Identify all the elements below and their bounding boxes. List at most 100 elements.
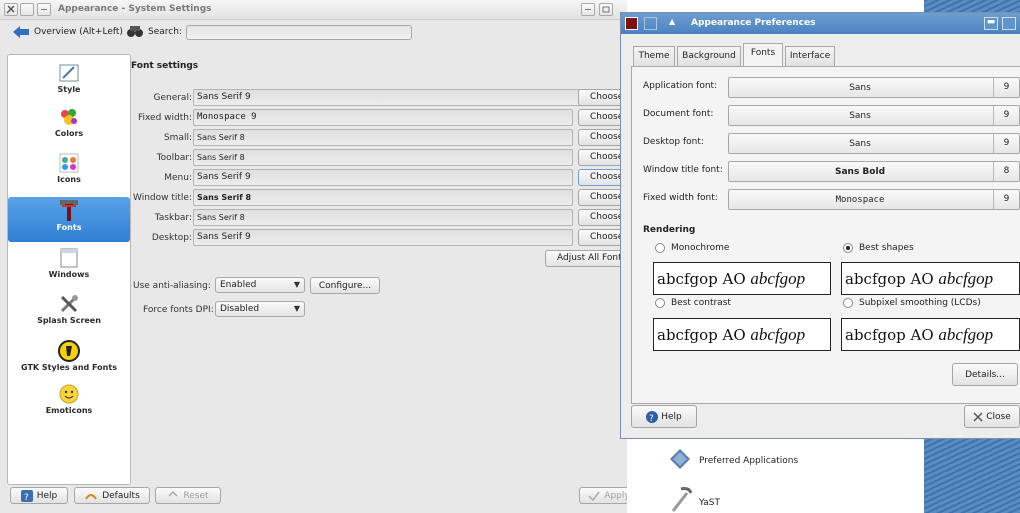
rendering-title: Rendering bbox=[643, 225, 696, 235]
app-menu-icon[interactable] bbox=[4, 3, 18, 16]
document-font-label: Document font: bbox=[643, 109, 714, 119]
pin-icon[interactable] bbox=[644, 17, 657, 30]
sidebar-item-colors[interactable]: Colors bbox=[8, 105, 130, 147]
sidebar-item-icons[interactable]: Icons bbox=[8, 151, 130, 193]
configure-button[interactable]: Configure... bbox=[310, 277, 380, 294]
sidebar-item-label: Colors bbox=[54, 129, 84, 138]
force-dpi-label: Force fonts DPI: bbox=[143, 305, 214, 315]
taskbar-label: Taskbar: bbox=[154, 213, 192, 223]
system-settings-window: Appearance - System Settings Overview (A… bbox=[0, 0, 705, 513]
desktop-field[interactable]: Sans Serif 9 bbox=[193, 229, 573, 246]
ap-help-button[interactable]: ? Help bbox=[631, 405, 697, 428]
maximize-icon[interactable] bbox=[1002, 17, 1016, 30]
font-settings-panel: Font settings General: Sans Serif 9 Choo… bbox=[131, 54, 705, 485]
radio-monochrome[interactable]: Monochrome bbox=[655, 243, 729, 253]
preview-subpixel: abcfgop AO abcfgop bbox=[841, 318, 1020, 351]
search-input[interactable] bbox=[186, 25, 412, 40]
fixed-width-font-label: Fixed width font: bbox=[643, 193, 718, 203]
yast-icon bbox=[671, 487, 693, 512]
general-label: General: bbox=[153, 93, 192, 103]
help-icon: ? bbox=[646, 410, 659, 423]
window-title-font-button[interactable]: Sans Bold 8 bbox=[728, 161, 1020, 182]
style-icon bbox=[57, 61, 81, 85]
force-dpi-select[interactable]: Disabled ▼ bbox=[215, 301, 305, 317]
sidebar-item-label: Windows bbox=[48, 270, 90, 279]
desktop-font-button[interactable]: Sans 9 bbox=[728, 133, 1020, 154]
checkmark-icon bbox=[588, 491, 600, 501]
sidebar-item-emoticons[interactable]: Emoticons bbox=[8, 382, 130, 424]
help-icon: ? bbox=[20, 489, 33, 502]
menu-label: Menu: bbox=[164, 173, 192, 183]
document-font-button[interactable]: Sans 9 bbox=[728, 105, 1020, 126]
preferred-apps-label[interactable]: Preferred Applications bbox=[699, 456, 798, 466]
minimize-icon[interactable] bbox=[581, 3, 595, 16]
sidebar-item-splash-screen[interactable]: Splash Screen bbox=[8, 292, 130, 336]
details-button[interactable]: Details... bbox=[952, 363, 1018, 386]
window-title: Appearance - System Settings bbox=[58, 4, 212, 14]
app-icon[interactable] bbox=[625, 17, 638, 30]
radio-subpixel[interactable]: Subpixel smoothing (LCDs) bbox=[843, 298, 981, 308]
window-title-field[interactable]: Sans Serif 8 bbox=[193, 189, 573, 206]
preview-monochrome: abcfgop AO abcfgop bbox=[653, 262, 831, 295]
tab-theme[interactable]: Theme bbox=[633, 46, 675, 66]
radio-best-contrast[interactable]: Best contrast bbox=[655, 298, 731, 308]
preview-best-shapes: abcfgop AO abcfgop bbox=[841, 262, 1020, 295]
chevron-down-icon: ▼ bbox=[293, 304, 300, 313]
overview-label: Overview (Alt+Left) bbox=[34, 27, 123, 37]
antialias-select[interactable]: Enabled ▼ bbox=[215, 277, 305, 293]
sidebar-item-windows[interactable]: Windows bbox=[8, 246, 130, 288]
preferred-apps-icon bbox=[670, 449, 690, 469]
fixed-width-field[interactable]: Monospace 9 bbox=[193, 109, 573, 126]
back-arrow-icon bbox=[13, 26, 29, 38]
radio-dot bbox=[655, 243, 665, 253]
sidebar-item-fonts[interactable]: Fonts bbox=[8, 197, 130, 242]
yast-label[interactable]: YaST bbox=[699, 498, 720, 508]
shade-up-icon[interactable]: ▲ bbox=[669, 17, 675, 26]
small-field[interactable]: Sans Serif 8 bbox=[193, 129, 573, 146]
sidebar-item-label: Style bbox=[57, 85, 81, 94]
overview-button[interactable]: Overview (Alt+Left) bbox=[12, 26, 123, 38]
category-sidebar: Style Colors Icons Fonts Windows Splash … bbox=[7, 54, 131, 485]
windows-icon bbox=[57, 246, 81, 270]
defaults-button[interactable]: Defaults bbox=[74, 487, 150, 504]
toolbar-field[interactable]: Sans Serif 8 bbox=[193, 149, 573, 166]
pin-icon[interactable] bbox=[20, 3, 34, 16]
sidebar-item-gtk[interactable]: GTK Styles and Fonts bbox=[8, 339, 130, 379]
tab-interface[interactable]: Interface bbox=[785, 46, 835, 66]
sidebar-item-label: Splash Screen bbox=[37, 316, 101, 325]
desktop-font-label: Desktop font: bbox=[643, 137, 704, 147]
window-title-label: Window title: bbox=[133, 193, 192, 203]
application-font-label: Application font: bbox=[643, 81, 718, 91]
application-font-button[interactable]: Sans 9 bbox=[728, 77, 1020, 98]
close-icon bbox=[973, 411, 983, 422]
font-settings-title: Font settings bbox=[131, 61, 199, 71]
taskbar-field[interactable]: Sans Serif 8 bbox=[193, 209, 573, 226]
splash-screen-icon bbox=[57, 292, 81, 316]
sidebar-item-label: Emoticons bbox=[45, 406, 93, 415]
gtk-icon bbox=[57, 339, 81, 363]
appearance-preferences-window: ▲ Appearance Preferences ▬ Theme Backgro… bbox=[620, 12, 1020, 439]
sidebar-item-label: Icons bbox=[57, 175, 81, 184]
shade-icon[interactable] bbox=[37, 3, 51, 16]
minimize-icon[interactable]: ▬ bbox=[984, 17, 998, 30]
tab-background[interactable]: Background bbox=[677, 46, 741, 66]
maximize-icon[interactable] bbox=[599, 3, 613, 16]
colors-icon bbox=[57, 105, 81, 129]
menu-field[interactable]: Sans Serif 9 bbox=[193, 169, 573, 186]
antialias-value: Enabled bbox=[220, 280, 257, 290]
radio-best-shapes[interactable]: Best shapes bbox=[843, 243, 914, 253]
toolbar-label: Toolbar: bbox=[156, 153, 192, 163]
ap-close-button[interactable]: Close bbox=[964, 405, 1020, 428]
force-dpi-value: Disabled bbox=[220, 304, 260, 314]
radio-dot bbox=[843, 243, 853, 253]
svg-text:?: ? bbox=[649, 414, 654, 423]
help-button[interactable]: ? Help bbox=[10, 487, 68, 504]
system-settings-titlebar: Appearance - System Settings bbox=[0, 0, 627, 20]
tab-fonts[interactable]: Fonts bbox=[743, 43, 783, 67]
sidebar-item-label: GTK Styles and Fonts bbox=[21, 363, 117, 372]
sidebar-item-style[interactable]: Style bbox=[8, 61, 130, 101]
appearance-titlebar: ▲ Appearance Preferences ▬ bbox=[621, 13, 1020, 34]
reset-button[interactable]: Reset bbox=[155, 487, 221, 504]
fixed-width-font-button[interactable]: Monospace 9 bbox=[728, 189, 1020, 210]
icons-icon bbox=[57, 151, 81, 175]
